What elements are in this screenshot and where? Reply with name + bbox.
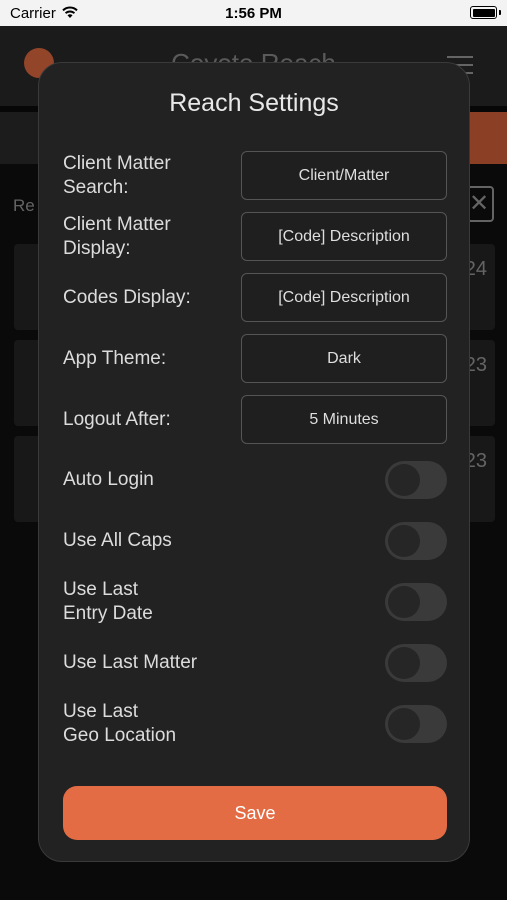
setting-label: Use Last Matter xyxy=(63,652,198,673)
status-time: 1:56 PM xyxy=(225,5,282,22)
use-last-matter-toggle[interactable] xyxy=(385,644,447,682)
battery-cap xyxy=(499,10,501,15)
logout-after-select[interactable]: 5 Minutes xyxy=(241,395,447,444)
setting-row-use-last-geo-location: Use Last Geo Location xyxy=(63,701,447,746)
auto-login-toggle[interactable] xyxy=(385,461,447,499)
battery-icon xyxy=(470,6,497,19)
setting-row-app-theme: App Theme: Dark xyxy=(63,334,447,383)
use-last-entry-date-toggle[interactable] xyxy=(385,583,447,621)
setting-label: Auto Login xyxy=(63,469,154,490)
client-matter-search-select[interactable]: Client/Matter xyxy=(241,151,447,200)
setting-label: Client Matter Search: xyxy=(63,153,171,198)
settings-modal: Reach Settings Client Matter Search: Cli… xyxy=(38,62,470,862)
use-last-geo-location-toggle[interactable] xyxy=(385,705,447,743)
toggle-knob xyxy=(388,525,420,557)
setting-label: Use Last Geo Location xyxy=(63,701,177,746)
setting-row-use-last-matter: Use Last Matter xyxy=(63,644,447,682)
setting-label: Use Last Entry Date xyxy=(63,579,153,624)
save-button[interactable]: Save xyxy=(63,786,447,840)
app-theme-select[interactable]: Dark xyxy=(241,334,447,383)
setting-row-client-matter-search: Client Matter Search: Client/Matter xyxy=(63,151,447,200)
codes-display-select[interactable]: [Code] Description xyxy=(241,273,447,322)
toggle-knob xyxy=(388,708,420,740)
modal-title: Reach Settings xyxy=(169,89,339,117)
setting-label: Codes Display: xyxy=(63,287,191,308)
setting-row-codes-display: Codes Display: [Code] Description xyxy=(63,273,447,322)
setting-row-logout-after: Logout After: 5 Minutes xyxy=(63,395,447,444)
toggle-knob xyxy=(388,647,420,679)
client-matter-display-select[interactable]: [Code] Description xyxy=(241,212,447,261)
status-bar: Carrier 1:56 PM xyxy=(0,0,507,26)
toggle-knob xyxy=(388,586,420,618)
toggle-knob xyxy=(388,464,420,496)
setting-row-use-all-caps: Use All Caps xyxy=(63,522,447,560)
use-all-caps-toggle[interactable] xyxy=(385,522,447,560)
setting-row-use-last-entry-date: Use Last Entry Date xyxy=(63,579,447,624)
setting-label: Use All Caps xyxy=(63,530,172,551)
setting-label: App Theme: xyxy=(63,348,167,369)
setting-label: Client Matter Display: xyxy=(63,214,171,259)
setting-row-auto-login: Auto Login xyxy=(63,461,447,499)
setting-label: Logout After: xyxy=(63,409,171,430)
setting-row-client-matter-display: Client Matter Display: [Code] Descriptio… xyxy=(63,212,447,261)
